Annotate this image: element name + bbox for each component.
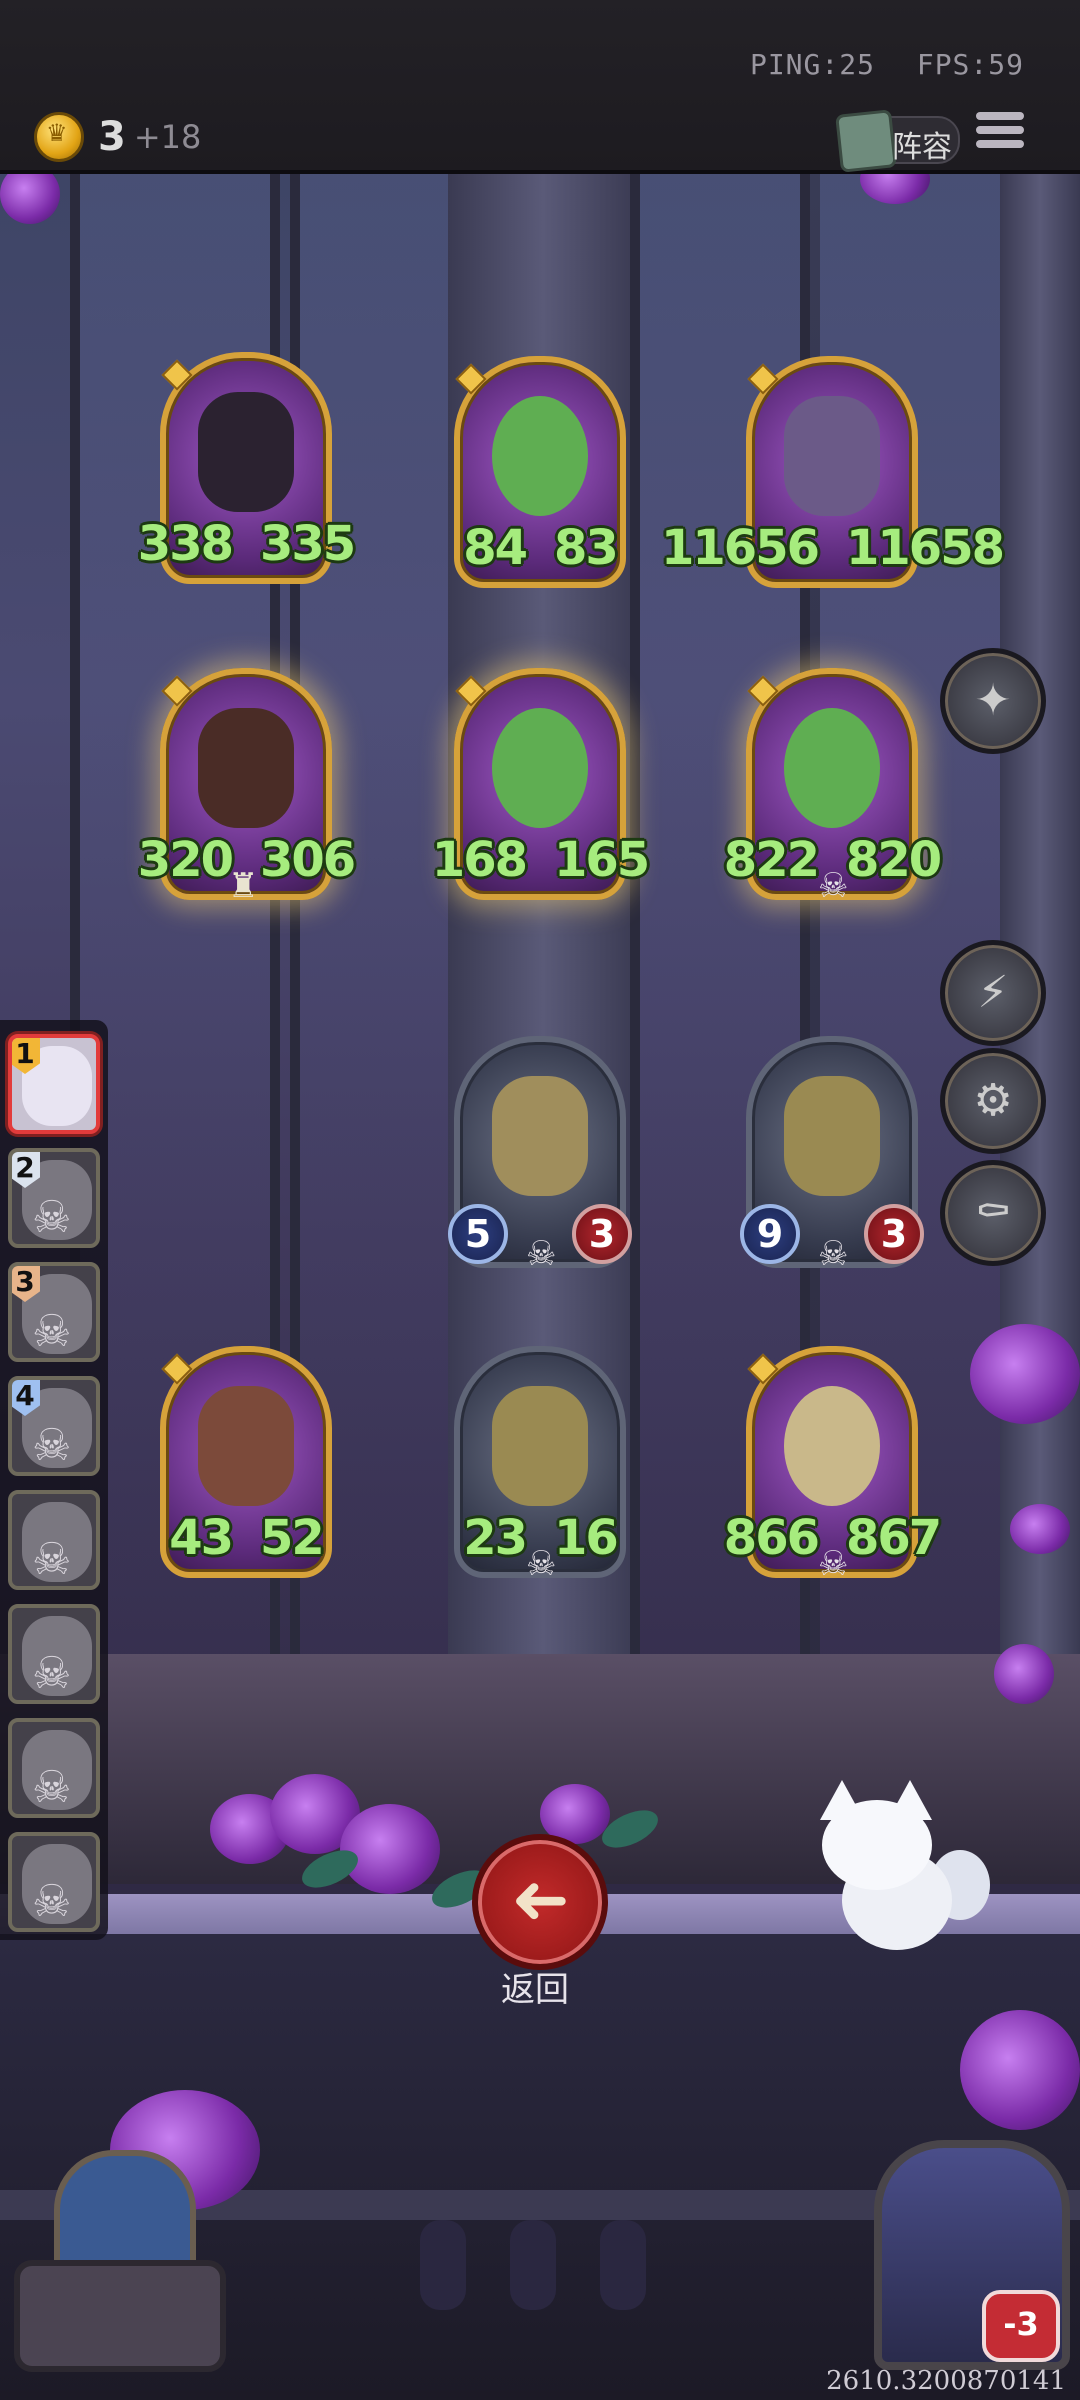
opponent-minion[interactable]: 84 83: [454, 356, 626, 588]
player-minion[interactable]: 866 867 ☠: [724, 1346, 942, 1584]
health-change-badge: -3: [982, 2290, 1060, 2362]
minion-attack: 320: [137, 832, 234, 888]
fps-readout: FPS:59: [916, 48, 1024, 81]
skull-icon: ☠: [32, 1306, 72, 1357]
coin-icon: [34, 112, 84, 162]
lineup-button[interactable]: 阵容: [835, 109, 960, 173]
leaderboard-player[interactable]: ☠ 2: [8, 1148, 100, 1248]
menu-icon[interactable]: [976, 112, 1024, 156]
minion-health: 165: [554, 832, 650, 888]
cat-pet: [812, 1780, 990, 1960]
trophy-icon: ♜: [228, 866, 259, 906]
player-minion[interactable]: 9 3 ☠: [740, 1036, 924, 1274]
skull-icon: ☠: [526, 1234, 557, 1274]
opponent-minion[interactable]: 320 306 ♜: [138, 668, 356, 906]
coin-income: +18: [133, 118, 202, 156]
back-label: 返回: [501, 1970, 569, 2010]
skull-icon: ☠: [32, 1420, 72, 1471]
player-minion[interactable]: 23 16 ☠: [454, 1346, 626, 1584]
player-minion[interactable]: 43 52: [160, 1346, 332, 1578]
skull-icon: ☠: [32, 1192, 72, 1243]
minion-attack: 43: [169, 1510, 234, 1566]
leaderboard-player[interactable]: ☠: [8, 1718, 100, 1818]
leaderboard: 1 ☠ 2 ☠ 3 ☠ 4 ☠ ☠ ☠ ☠: [0, 1020, 108, 1940]
leaderboard-player[interactable]: 1: [8, 1034, 100, 1134]
minion-attack: 338: [137, 516, 234, 572]
skull-icon: ☠: [818, 866, 849, 906]
coin-counter: 3 +18: [34, 112, 201, 162]
minion-health: 867: [846, 1510, 942, 1566]
shop-portrait[interactable]: [14, 2150, 226, 2372]
skull-icon: ☠: [818, 1234, 849, 1274]
opponent-minion[interactable]: 822 820 ☠: [724, 668, 942, 906]
skull-icon: ☠: [526, 1544, 557, 1584]
lightning-staff-icon[interactable]: ⚡: [940, 940, 1046, 1046]
minion-attack: 23: [463, 1510, 528, 1566]
build-code: 2610.3200870141: [826, 2366, 1066, 2396]
minion-health: 83: [554, 520, 619, 576]
minion-health: 3: [864, 1204, 924, 1264]
coffin-icon[interactable]: ⚰: [940, 1160, 1046, 1266]
minion-health: 3: [572, 1204, 632, 1264]
minion-health: 820: [846, 832, 942, 888]
skull-icon: ☠: [32, 1876, 72, 1927]
opponent-minion[interactable]: 338 335: [138, 352, 356, 584]
ping-readout: PING:25: [749, 48, 875, 81]
leaderboard-player[interactable]: ☠: [8, 1832, 100, 1932]
minion-attack: 866: [723, 1510, 820, 1566]
trinket-icon[interactable]: ⚙: [940, 1048, 1046, 1154]
arrow-left-icon: ➜: [510, 1858, 570, 1940]
coin-count: 3: [98, 114, 126, 160]
minion-health: 11658: [846, 520, 1005, 576]
book-icon: [835, 109, 897, 173]
lineup-label: 阵容: [892, 130, 952, 165]
minion-attack: 5: [448, 1204, 508, 1264]
minion-attack: 84: [463, 520, 528, 576]
player-minion[interactable]: 5 3 ☠: [448, 1036, 632, 1274]
minion-attack: 9: [740, 1204, 800, 1264]
back-button[interactable]: ➜: [472, 1834, 608, 1970]
leaderboard-player[interactable]: ☠ 4: [8, 1376, 100, 1476]
minion-attack: 822: [723, 832, 820, 888]
opponent-minion[interactable]: 11656 11658: [661, 356, 1005, 588]
minion-attack: 168: [431, 832, 528, 888]
hero-portrait[interactable]: -3: [874, 2140, 1070, 2370]
minion-health: 306: [260, 832, 356, 888]
top-bar: PING:25 FPS:59 3 +18 阵容: [0, 0, 1080, 174]
skull-icon: ☠: [32, 1534, 72, 1585]
skull-icon: ☠: [32, 1648, 72, 1699]
skull-icon: ☠: [818, 1544, 849, 1584]
opponent-minion[interactable]: 168 165: [432, 668, 650, 900]
skull-icon: ☠: [32, 1762, 72, 1813]
leaderboard-player[interactable]: ☠: [8, 1604, 100, 1704]
minion-health: 335: [260, 516, 356, 572]
opponent-hero-power-icon[interactable]: ✦: [940, 648, 1046, 754]
minion-health: 16: [554, 1510, 619, 1566]
leaderboard-player[interactable]: ☠: [8, 1490, 100, 1590]
leaderboard-player[interactable]: ☠ 3: [8, 1262, 100, 1362]
minion-health: 52: [260, 1510, 325, 1566]
network-stats: PING:25 FPS:59: [726, 48, 1024, 81]
treasure-chest-icon: [14, 2260, 226, 2372]
minion-attack: 11656: [661, 520, 820, 576]
